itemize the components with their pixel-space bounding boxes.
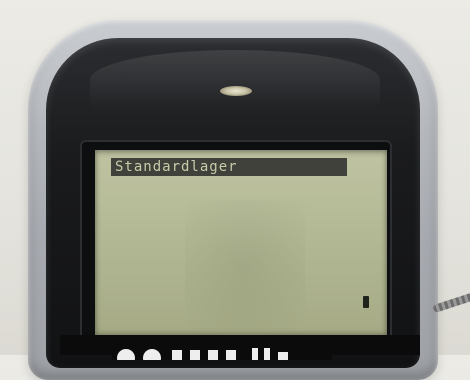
lcd-title[interactable]: Standardlager	[115, 159, 238, 175]
brand-logo	[112, 338, 332, 367]
lcd-shadow	[185, 200, 305, 330]
lcd-screen[interactable]: Standardlager	[95, 150, 387, 335]
battery-icon	[363, 296, 369, 308]
photo-scene: Standardlager	[0, 0, 470, 380]
bezel-reflection	[90, 50, 380, 110]
brand-logo-partial	[112, 342, 332, 367]
earpiece-speaker	[220, 86, 252, 96]
